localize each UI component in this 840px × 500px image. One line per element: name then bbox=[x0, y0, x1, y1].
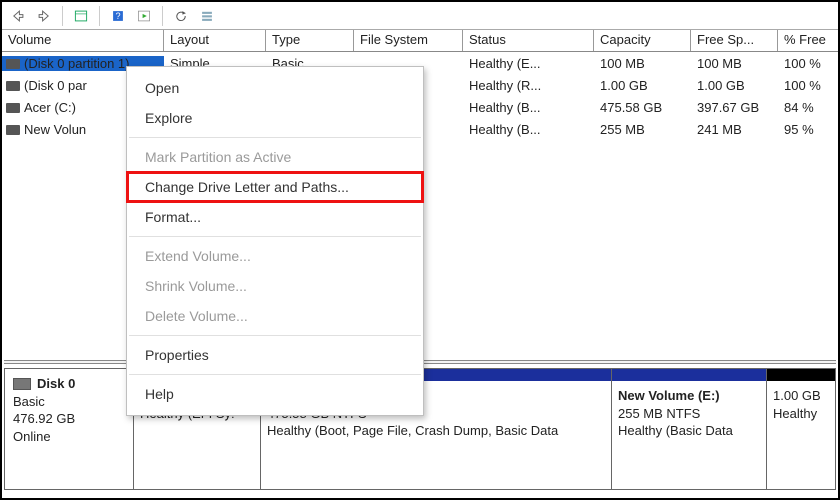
col-header-layout[interactable]: Layout bbox=[164, 30, 266, 51]
partition-icon bbox=[6, 59, 20, 69]
free-cell: 397.67 GB bbox=[691, 100, 778, 115]
menu-item: Extend Volume... bbox=[127, 241, 423, 271]
toolbar-separator bbox=[62, 6, 63, 26]
toolbar-separator bbox=[99, 6, 100, 26]
toolbar-separator bbox=[162, 6, 163, 26]
partition-icon bbox=[6, 125, 20, 135]
menu-separator bbox=[129, 374, 421, 375]
capacity-cell: 100 MB bbox=[594, 56, 691, 71]
capacity-cell: 1.00 GB bbox=[594, 78, 691, 93]
list-button[interactable] bbox=[197, 6, 217, 26]
disk-title: Disk 0 bbox=[37, 375, 75, 393]
col-header-capacity[interactable]: Capacity bbox=[594, 30, 691, 51]
capacity-cell: 255 MB bbox=[594, 122, 691, 137]
partition-icon bbox=[6, 103, 20, 113]
menu-item[interactable]: Format... bbox=[127, 202, 423, 232]
disk-type: Basic bbox=[13, 393, 125, 411]
menu-item[interactable]: Explore bbox=[127, 103, 423, 133]
toolbar: ? bbox=[2, 2, 838, 30]
partition-status: Healthy (Basic Data bbox=[618, 422, 760, 440]
volume-table-header: Volume Layout Type File System Status Ca… bbox=[2, 30, 838, 52]
help-button[interactable]: ? bbox=[108, 6, 128, 26]
partition-status: Healthy (Boot, Page File, Crash Dump, Ba… bbox=[267, 422, 605, 440]
partition-title: New Volume (E:) bbox=[618, 387, 760, 405]
disk-size: 476.92 GB bbox=[13, 410, 125, 428]
status-cell: Healthy (B... bbox=[463, 122, 594, 137]
partition-size: 1.00 GB bbox=[773, 387, 829, 405]
disk-icon bbox=[13, 378, 31, 390]
col-header-type[interactable]: Type bbox=[266, 30, 354, 51]
partition-color-bar bbox=[612, 369, 766, 381]
menu-separator bbox=[129, 236, 421, 237]
partition-status: Healthy bbox=[773, 405, 829, 423]
menu-item[interactable]: Properties bbox=[127, 340, 423, 370]
menu-item[interactable]: Open bbox=[127, 73, 423, 103]
status-cell: Healthy (R... bbox=[463, 78, 594, 93]
partition-color-bar bbox=[767, 369, 835, 381]
refresh-button[interactable] bbox=[171, 6, 191, 26]
menu-item[interactable]: Change Drive Letter and Paths... bbox=[127, 172, 423, 202]
svg-text:?: ? bbox=[115, 10, 120, 20]
partition-icon bbox=[6, 81, 20, 91]
pct-cell: 100 % bbox=[778, 56, 838, 71]
menu-separator bbox=[129, 335, 421, 336]
col-header-pctfree[interactable]: % Free bbox=[778, 30, 838, 51]
col-header-status[interactable]: Status bbox=[463, 30, 594, 51]
forward-button[interactable] bbox=[34, 6, 54, 26]
pct-cell: 95 % bbox=[778, 122, 838, 137]
free-cell: 100 MB bbox=[691, 56, 778, 71]
pct-cell: 100 % bbox=[778, 78, 838, 93]
pct-cell: 84 % bbox=[778, 100, 838, 115]
menu-separator bbox=[129, 137, 421, 138]
volume-context-menu: OpenExplore Mark Partition as ActiveChang… bbox=[126, 66, 424, 416]
partition-block[interactable]: New Volume (E:) 255 MB NTFS Healthy (Bas… bbox=[611, 368, 767, 490]
disk-status: Online bbox=[13, 428, 125, 446]
menu-item: Delete Volume... bbox=[127, 301, 423, 331]
disk-summary[interactable]: Disk 0 Basic 476.92 GB Online bbox=[4, 368, 134, 490]
capacity-cell: 475.58 GB bbox=[594, 100, 691, 115]
partition-block[interactable]: 1.00 GB Healthy bbox=[766, 368, 836, 490]
status-cell: Healthy (B... bbox=[463, 100, 594, 115]
col-header-volume[interactable]: Volume bbox=[2, 30, 164, 51]
menu-item: Shrink Volume... bbox=[127, 271, 423, 301]
action-button[interactable] bbox=[134, 6, 154, 26]
col-header-filesystem[interactable]: File System bbox=[354, 30, 463, 51]
menu-item[interactable]: Help bbox=[127, 379, 423, 409]
status-cell: Healthy (E... bbox=[463, 56, 594, 71]
show-panes-button[interactable] bbox=[71, 6, 91, 26]
back-button[interactable] bbox=[8, 6, 28, 26]
menu-item: Mark Partition as Active bbox=[127, 142, 423, 172]
col-header-free[interactable]: Free Sp... bbox=[691, 30, 778, 51]
partition-size: 255 MB NTFS bbox=[618, 405, 760, 423]
free-cell: 241 MB bbox=[691, 122, 778, 137]
free-cell: 1.00 GB bbox=[691, 78, 778, 93]
